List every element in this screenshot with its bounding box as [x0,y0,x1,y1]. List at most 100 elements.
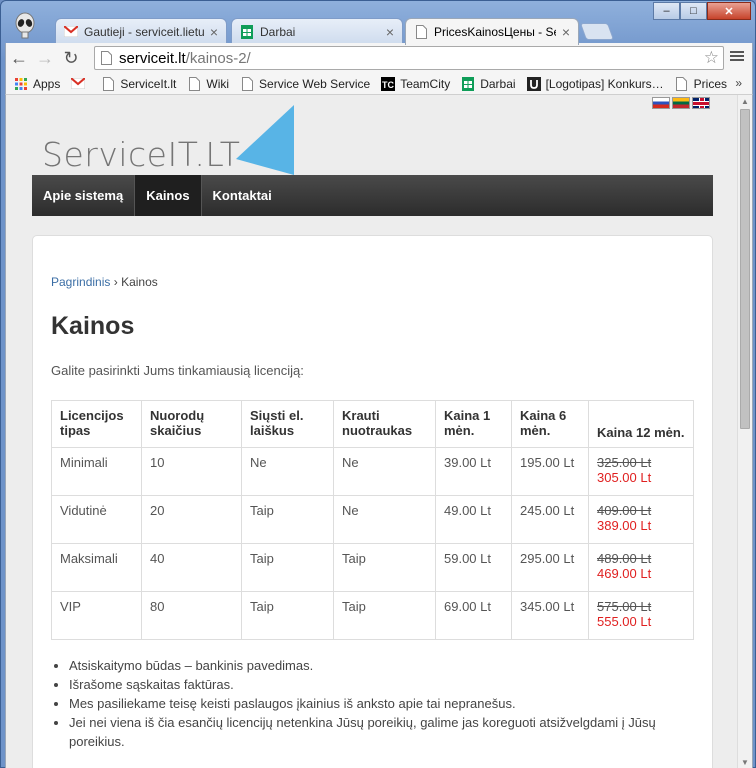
bookmark-prices[interactable]: Prices [675,76,727,91]
tab-prices[interactable]: PricesKainosЦены - Servic × [405,18,579,45]
bookmark-label: ServiceIt.lt [120,76,177,91]
scrollbar-thumb[interactable] [740,109,750,429]
teamcity-icon: TC [381,76,396,91]
page-icon [101,76,115,91]
bookmark-label: Service Web Service [259,76,371,91]
bookmark-serviceit[interactable]: ServiceIt.lt [101,76,177,91]
cell-price-12m: 575.00 Lt 555.00 Lt [588,591,694,640]
cell-photos: Taip [333,543,436,592]
forward-arrow-icon[interactable]: → [32,45,58,71]
nav-apie-sistema[interactable]: Apie sistemą [32,175,134,216]
notes-list: Atsiskaitymo būdas – bankinis pavedimas.… [69,656,669,751]
logo-triangle-icon [236,105,294,175]
discount-price: 469.00 Lt [597,566,652,581]
bookmark-label: TeamCity [400,76,451,91]
window-controls: – □ ✕ [653,2,751,20]
list-item: Išrašome sąskaitas faktūras. [69,675,669,694]
flag-uk-icon[interactable] [692,97,710,109]
bookmark-label: Apps [33,76,61,91]
cell-type: VIP [51,591,142,640]
vertical-scrollbar[interactable]: ▲ ▼ [737,95,752,768]
back-arrow-icon[interactable]: ← [6,45,32,71]
menu-icon[interactable] [730,49,744,63]
gmail-icon [64,25,78,39]
bookmark-teamcity[interactable]: TC TeamCity [381,76,451,91]
url-path: /kainos-2/ [185,49,251,67]
column-header: Kaina 6 mėn. [511,400,589,448]
intro-text: Galite pasirinkti Jums tinkamiausią lice… [51,363,304,378]
bookmarks-bar: Apps ServiceIt.lt Wiki Service Web Servi… [5,73,753,95]
column-header: Krauti nuotraukas [333,400,436,448]
tab-strip: Gautieji - serviceit.lietuva@ × Darbai ×… [1,1,756,45]
nav-kontaktai[interactable]: Kontaktai [202,175,283,216]
tab-darbai[interactable]: Darbai × [231,18,403,44]
tab-gmail[interactable]: Gautieji - serviceit.lietuva@ × [55,18,227,44]
apps-grid-icon [14,77,28,91]
cell-links: 40 [141,543,242,592]
bookmark-label: Prices [693,76,727,91]
tab-close-icon[interactable]: × [210,24,218,40]
column-header: Nuorodų skaičius [141,400,242,448]
language-switcher [652,97,710,109]
upwork-icon [526,76,541,91]
breadcrumb-home[interactable]: Pagrindinis [51,275,110,289]
logo-text: ServiceIT.LT [42,135,241,174]
cell-price-12m: 489.00 Lt 469.00 Lt [588,543,694,592]
bookmarks-overflow-icon[interactable]: » [735,76,742,90]
tab-close-icon[interactable]: × [562,24,570,40]
scroll-up-icon[interactable]: ▲ [741,97,749,106]
close-button[interactable]: ✕ [707,2,751,20]
cell-email: Taip [241,543,334,592]
tab-label: PricesKainosЦены - Servic [434,25,556,39]
table-row: Maksimali 40 Taip Taip 59.00 Lt 295.00 L… [51,543,694,592]
svg-text:TC: TC [382,80,394,90]
cell-price-6m: 345.00 Lt [511,591,589,640]
cell-price-12m: 409.00 Lt 389.00 Lt [588,495,694,544]
cell-price-12m: 325.00 Lt 305.00 Lt [588,447,694,496]
minimize-button[interactable]: – [653,2,680,20]
bookmark-gmail[interactable] [71,77,90,91]
alien-avatar-icon[interactable] [11,11,39,39]
bookmark-logotipas[interactable]: [Logotipas] Konkurs… [526,76,664,91]
maximize-button[interactable]: □ [680,2,707,20]
scroll-down-icon[interactable]: ▼ [741,758,749,767]
bookmark-star-icon[interactable]: ☆ [704,48,719,68]
old-price: 575.00 Lt [597,599,652,614]
cell-price-1m: 39.00 Lt [435,447,512,496]
cell-price-6m: 195.00 Lt [511,447,589,496]
site-logo[interactable]: ServiceIT.LT [42,105,302,177]
cell-price-1m: 49.00 Lt [435,495,512,544]
bookmark-apps[interactable]: Apps [14,77,60,91]
cell-price-1m: 69.00 Lt [435,591,512,640]
sheets-icon [461,76,475,91]
bookmark-darbai[interactable]: Darbai [461,76,516,91]
tab-close-icon[interactable]: × [386,24,394,40]
flag-lithuania-icon[interactable] [672,97,690,109]
page-title: Kainos [51,312,135,340]
new-tab-button[interactable] [579,23,615,40]
content-card: Pagrindinis › Kainos Kainos Galite pasir… [32,235,713,768]
table-row: VIP 80 Taip Taip 69.00 Lt 345.00 Lt 575.… [51,591,694,640]
page-icon [414,25,428,39]
browser-window: Gautieji - serviceit.lietuva@ × Darbai ×… [0,0,756,768]
column-header: Kaina 12 mėn. [588,400,694,448]
cell-email: Taip [241,495,334,544]
bookmark-service-web-service[interactable]: Service Web Service [240,76,371,91]
cell-email: Taip [241,591,334,640]
table-row: Minimali 10 Ne Ne 39.00 Lt 195.00 Lt 325… [51,447,694,496]
cell-type: Vidutinė [51,495,142,544]
discount-price: 305.00 Lt [597,470,652,485]
breadcrumb-separator: › [113,275,118,289]
address-bar[interactable]: serviceit.lt /kainos-2/ ☆ [94,46,724,70]
reload-icon[interactable]: ↻ [58,45,84,71]
bookmark-label: Wiki [206,76,230,91]
flag-russia-icon[interactable] [652,97,670,109]
cell-price-6m: 295.00 Lt [511,543,589,592]
column-header: Kaina 1 mėn. [435,400,512,448]
browser-toolbar: ← → ↻ serviceit.lt /kainos-2/ ☆ [5,43,753,73]
bookmark-label: Darbai [480,76,516,91]
bookmark-wiki[interactable]: Wiki [187,76,230,91]
column-header: Licencijos tipas [51,400,142,448]
nav-kainos[interactable]: Kainos [134,175,202,216]
tab-label: Darbai [260,24,296,39]
